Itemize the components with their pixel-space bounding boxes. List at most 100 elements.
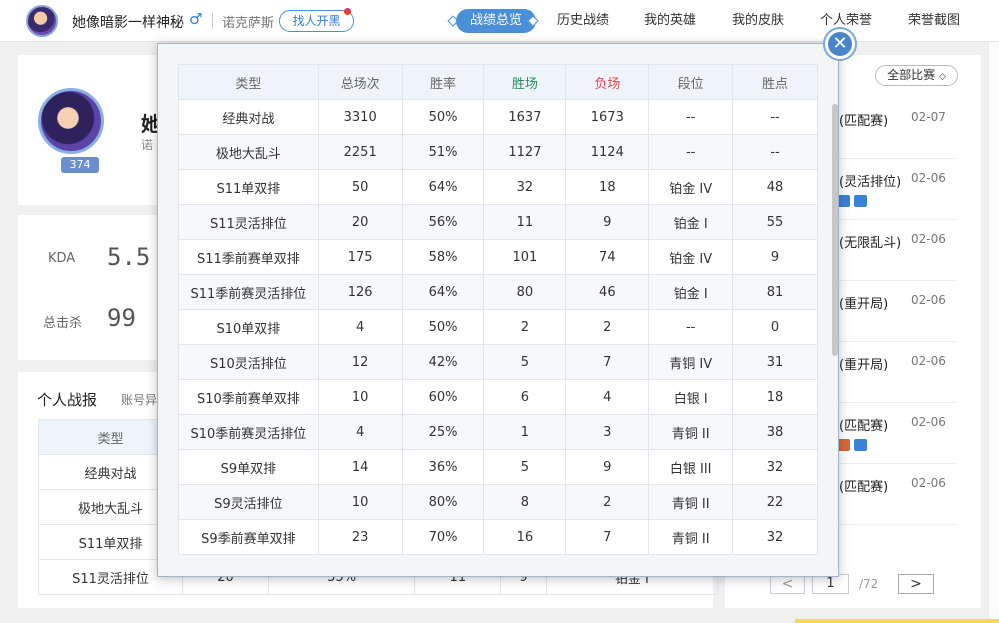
table-cell: --: [648, 309, 734, 345]
profile-avatar: [38, 88, 104, 154]
table-cell: 4: [317, 414, 403, 450]
table-cell: 3: [565, 414, 650, 450]
table-cell: 46: [565, 274, 650, 310]
report-subtitle[interactable]: 账号异: [121, 391, 157, 408]
table-cell: S11季前赛灵活排位: [178, 274, 319, 310]
table-cell: 1673: [565, 99, 650, 135]
close-modal-button[interactable]: ✕: [823, 27, 857, 61]
table-cell: 9: [732, 239, 818, 275]
table-row: S10灵活排位 12 42% 5 7 青铜 IV 31: [178, 344, 818, 380]
table-cell: 1: [483, 414, 567, 450]
match-list-item[interactable]: (灵活排位) 02-06: [835, 159, 957, 220]
previous-page-button[interactable]: <: [770, 574, 805, 594]
table-cell: 48: [732, 169, 818, 205]
table-cell: 50%: [401, 99, 485, 135]
header-rank: 段位: [648, 64, 734, 100]
table-cell: --: [732, 134, 818, 170]
match-mode: (匹配赛): [839, 114, 889, 129]
table-cell: S10单双排: [178, 309, 319, 345]
table-header-row: 类型 总场次 胜率 胜场 负场 段位 胜点: [178, 64, 818, 100]
table-cell: 青铜 II: [648, 414, 734, 450]
match-list-item[interactable]: (无限乱斗) 02-06: [835, 220, 957, 281]
table-cell: 10: [317, 484, 403, 520]
server-name: 诺克萨斯: [222, 16, 275, 31]
window-scrollbar[interactable]: [988, 42, 999, 623]
table-cell: S9季前赛单双排: [178, 519, 319, 555]
table-row: S11季前赛单双排 175 58% 101 74 铂金 IV 9: [178, 239, 818, 275]
table-cell: 50%: [401, 309, 485, 345]
table-row: 经典对战 3310 50% 1637 1673 -- --: [178, 99, 818, 135]
match-filter-dropdown[interactable]: 全部比赛 ◇: [875, 65, 958, 86]
table-cell: 36%: [401, 449, 485, 485]
table-row: S9灵活排位 10 80% 8 2 青铜 II 22: [178, 484, 818, 520]
match-mode: (重开局): [839, 297, 889, 312]
male-gender-icon: ♂: [189, 10, 203, 28]
match-mode: (匹配赛): [839, 419, 889, 434]
table-row: S9季前赛单双排 23 70% 16 7 青铜 II 32: [178, 519, 818, 555]
table-cell: 铂金 I: [648, 204, 734, 240]
match-date: 02-07: [911, 110, 946, 124]
header-win-rate: 胜率: [401, 64, 485, 100]
table-cell: 2: [565, 309, 650, 345]
tab-my-skins[interactable]: 我的皮肤: [732, 9, 784, 33]
table-cell: 80: [483, 274, 567, 310]
table-cell: --: [732, 99, 818, 135]
table-cell: 1127: [483, 134, 567, 170]
table-cell: 16: [483, 519, 567, 555]
table-cell: 38: [732, 414, 818, 450]
match-list-item[interactable]: (重开局) 02-06: [835, 281, 957, 342]
match-mode: (无限乱斗): [839, 236, 902, 251]
user-name: 她像暗影一样神秘: [72, 15, 184, 31]
match-date: 02-06: [911, 171, 946, 185]
match-mode: (重开局): [839, 358, 889, 373]
find-teammates-button[interactable]: 找人开黑: [279, 10, 354, 32]
table-row: S10季前赛灵活排位 4 25% 1 3 青铜 II 38: [178, 414, 818, 450]
table-cell: 6: [483, 379, 567, 415]
match-date: 02-06: [911, 415, 946, 429]
header-type: 类型: [178, 64, 319, 100]
table-cell: 81: [732, 274, 818, 310]
table-cell: 2: [565, 484, 650, 520]
table-cell: 42%: [401, 344, 485, 380]
table-cell: S9灵活排位: [178, 484, 319, 520]
tab-honor-screenshots[interactable]: 荣誉截图: [908, 9, 960, 33]
ranked-stats-modal: 类型 总场次 胜率 胜场 负场 段位 胜点 经典对战 3310 50% 1637 167…: [157, 43, 839, 577]
table-cell: 5: [483, 344, 567, 380]
table-cell: 18: [565, 169, 650, 205]
table-cell: 2251: [317, 134, 403, 170]
table-row: S10单双排 4 50% 2 2 -- 0: [178, 309, 818, 345]
table-cell: 50: [317, 169, 403, 205]
table-cell: --: [648, 134, 734, 170]
table-cell: 126: [317, 274, 403, 310]
table-row: S11灵活排位 20 56% 11 9 铂金 I 55: [178, 204, 818, 240]
match-list-item[interactable]: (匹配赛) 02-07: [835, 98, 957, 159]
table-cell: 极地大乱斗: [178, 134, 319, 170]
table-cell: 5: [483, 449, 567, 485]
table-cell: 101: [483, 239, 567, 275]
table-cell: 18: [732, 379, 818, 415]
table-cell: 14: [317, 449, 403, 485]
user-avatar[interactable]: [26, 5, 58, 37]
kills-label: 总击杀: [43, 316, 83, 331]
table-row: S10季前赛单双排 10 60% 6 4 白银 I 18: [178, 379, 818, 415]
match-list-item[interactable]: (重开局) 02-06: [835, 342, 957, 403]
table-cell: 70%: [401, 519, 485, 555]
tab-history[interactable]: 历史战绩: [557, 9, 609, 33]
table-cell: 74: [565, 239, 650, 275]
table-row: S11季前赛灵活排位 126 64% 80 46 铂金 I 81: [178, 274, 818, 310]
page-number-input[interactable]: 1: [812, 574, 849, 594]
table-cell: 青铜 II: [648, 484, 734, 520]
table-cell: 25%: [401, 414, 485, 450]
match-list-item[interactable]: (匹配赛) 02-06: [835, 403, 957, 464]
match-list-item[interactable]: (匹配赛) 02-06: [835, 464, 957, 525]
next-page-button[interactable]: >: [898, 574, 934, 594]
tab-overview[interactable]: 战绩总览: [456, 9, 537, 33]
table-cell: 铂金 I: [648, 274, 734, 310]
modal-scrollbar[interactable]: [832, 104, 838, 356]
tab-my-heroes[interactable]: 我的英雄: [644, 9, 696, 33]
table-cell: 31: [732, 344, 818, 380]
table-cell: 青铜 II: [648, 519, 734, 555]
table-cell: 4: [317, 309, 403, 345]
header-losses: 负场: [565, 64, 650, 100]
match-date: 02-06: [911, 354, 946, 368]
